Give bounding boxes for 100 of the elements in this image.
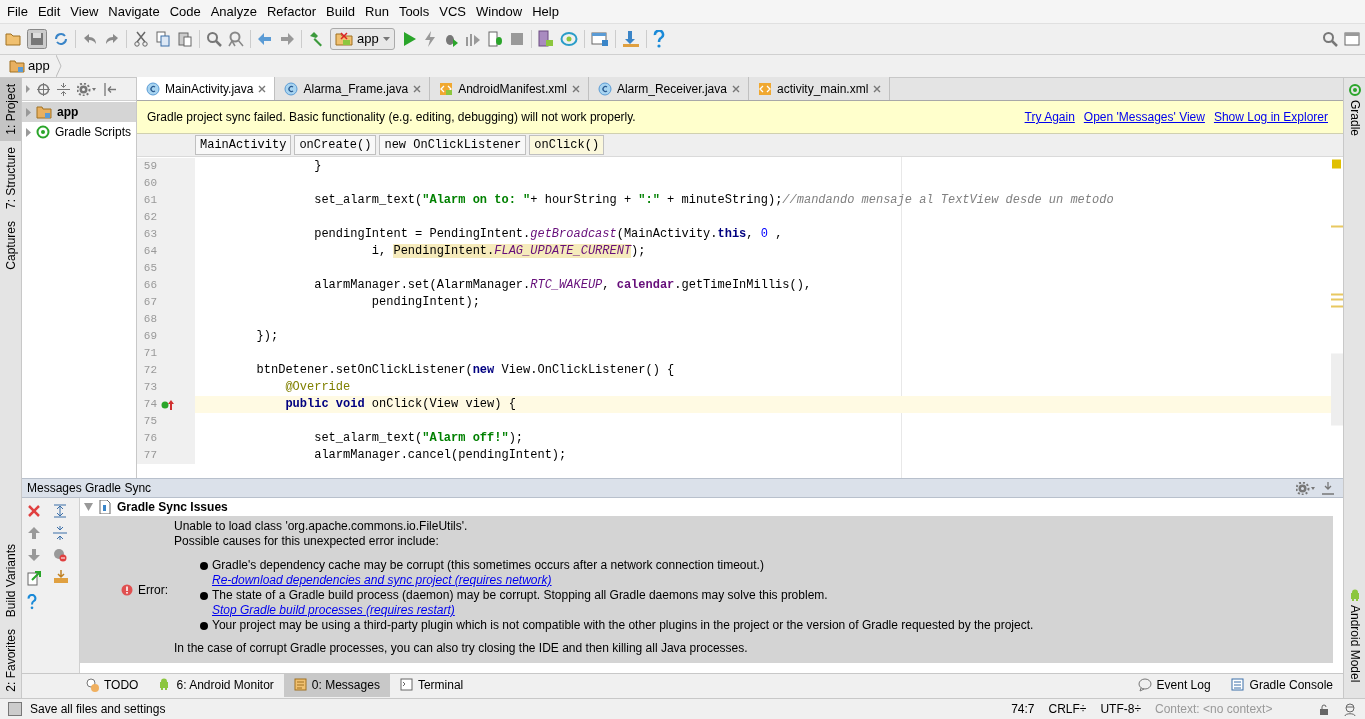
tree-group-label[interactable]: Gradle Sync Issues — [117, 498, 228, 516]
menu-item[interactable]: Help — [527, 0, 564, 24]
menu-item[interactable]: File — [2, 0, 33, 24]
folder-icon[interactable] — [5, 31, 21, 47]
tool-window-tab[interactable]: Gradle Console — [1220, 673, 1343, 697]
menu-item[interactable]: Run — [360, 0, 394, 24]
close-icon[interactable] — [731, 84, 740, 93]
up-arrow-icon[interactable] — [27, 526, 41, 540]
banner-link[interactable]: Open 'Messages' View — [1083, 108, 1205, 126]
lightning-icon[interactable] — [422, 31, 437, 47]
tree-item[interactable]: Gradle Scripts — [22, 122, 136, 142]
help-icon[interactable] — [27, 594, 37, 610]
search-icon[interactable] — [206, 31, 222, 47]
menu-item[interactable]: Navigate — [103, 0, 165, 24]
banner-link[interactable]: Show Log in Explorer — [1213, 108, 1328, 126]
close-icon[interactable] — [27, 504, 41, 518]
crosshair-icon[interactable] — [37, 82, 50, 96]
menu-item[interactable]: View — [65, 0, 104, 24]
menu-item[interactable]: Tools — [393, 0, 435, 24]
forward-arrow-icon[interactable] — [279, 31, 295, 47]
tool-window-tab[interactable]: 6: Android Monitor — [148, 673, 284, 697]
tool-window-tab[interactable]: Build Variants — [0, 538, 21, 624]
collapse-all-icon[interactable] — [57, 82, 70, 96]
bullet-icon — [200, 591, 208, 600]
inspector-icon[interactable] — [1343, 701, 1357, 717]
expand-arrow-icon[interactable] — [84, 503, 93, 511]
breadcrumb-item[interactable]: app — [0, 55, 56, 77]
message-link[interactable]: Stop Gradle build processes (requires restart) — [212, 603, 455, 618]
search-icon[interactable] — [1322, 31, 1338, 47]
replace-icon[interactable] — [228, 31, 244, 47]
window-icon[interactable] — [1344, 31, 1360, 47]
close-icon[interactable] — [873, 84, 882, 93]
help-icon[interactable] — [652, 30, 665, 48]
bars-icon[interactable] — [464, 31, 481, 47]
editor-tab[interactable]: Alarm_Receiver.java — [588, 77, 749, 100]
down-arrow-icon[interactable] — [27, 548, 41, 562]
editor-tab[interactable]: MainActivity.java — [137, 77, 276, 100]
close-icon[interactable] — [258, 84, 267, 93]
sdk-icon[interactable] — [559, 30, 578, 48]
file-encoding[interactable]: UTF-8÷ — [1100, 700, 1141, 718]
hide-panel-icon[interactable] — [1322, 481, 1334, 495]
hide-panel-icon[interactable] — [104, 82, 116, 96]
gear-icon[interactable] — [1296, 481, 1316, 495]
tool-window-tab[interactable]: 2: Favorites — [0, 623, 21, 698]
lock-icon[interactable] — [1319, 703, 1329, 715]
caret-position[interactable]: 74:7 — [1011, 700, 1035, 718]
tool-window-tab[interactable]: 0: Messages — [283, 673, 390, 697]
editor-tab[interactable]: Alarma_Frame.java — [275, 77, 431, 100]
cut-icon[interactable] — [133, 31, 149, 47]
android-device-icon[interactable] — [537, 30, 554, 48]
project-structure-icon[interactable] — [590, 31, 609, 47]
menu-item[interactable]: Build — [321, 0, 360, 24]
tool-window-tab[interactable]: Captures — [0, 214, 21, 276]
menu-item[interactable]: Code — [164, 0, 206, 24]
stop-icon[interactable] — [508, 31, 525, 47]
warning-filter-icon[interactable] — [53, 548, 67, 562]
caret-icon — [382, 37, 390, 41]
breadcrumb-item[interactable]: onClick() — [529, 135, 605, 155]
tree-item[interactable]: app — [22, 102, 136, 122]
tool-window-tab[interactable]: Android Model — [1344, 582, 1365, 688]
editor-tab[interactable]: AndroidManifest.xml — [430, 77, 589, 100]
menu-item[interactable]: Edit — [32, 0, 66, 24]
run-config-dropdown[interactable]: app — [330, 28, 395, 50]
menu-item[interactable]: Analyze — [205, 0, 262, 24]
menu-item[interactable]: Refactor — [261, 0, 322, 24]
todo-icon — [86, 678, 99, 692]
expand-all-icon[interactable] — [53, 504, 67, 518]
code-line: pendingIntent = PendingIntent.getBroadcast(MainActivity.this, 0 , — [313, 226, 783, 243]
tool-window-tab[interactable]: 1: Project — [0, 78, 21, 141]
message-link[interactable]: Re-download dependencies and sync project (requires network) — [212, 573, 552, 588]
panel-toggle-icon[interactable] — [8, 702, 22, 716]
gear-icon[interactable] — [77, 82, 97, 96]
tool-window-tab[interactable]: Terminal — [389, 673, 474, 697]
save-icon[interactable] — [27, 29, 47, 49]
copy-icon[interactable] — [155, 31, 171, 47]
breadcrumb-item[interactable]: new OnClickListener — [379, 135, 527, 155]
tool-window-tab[interactable]: 7: Structure — [0, 140, 21, 215]
sync-icon[interactable] — [53, 31, 69, 47]
download-android-icon[interactable] — [621, 30, 640, 48]
export-icon[interactable] — [27, 570, 41, 586]
close-icon[interactable] — [413, 84, 422, 93]
tool-window-tab[interactable]: TODO — [76, 673, 149, 697]
expand-arrow-icon[interactable] — [26, 85, 30, 93]
breadcrumb-item[interactable]: MainActivity — [195, 135, 292, 155]
override-icon[interactable] — [161, 398, 175, 411]
editor-tab[interactable]: activity_main.xml — [748, 77, 891, 100]
download-icon[interactable] — [53, 570, 69, 584]
breadcrumb-item[interactable]: onCreate() — [294, 135, 377, 155]
collapse-all-icon[interactable] — [53, 526, 67, 540]
tool-window-tab[interactable]: Event Log — [1127, 673, 1221, 697]
tool-window-tab[interactable]: Gradle — [1344, 78, 1365, 143]
close-icon[interactable] — [571, 84, 580, 93]
back-arrow-icon[interactable] — [257, 31, 273, 47]
line-separator[interactable]: CRLF÷ — [1048, 700, 1087, 718]
menu-item[interactable]: Window — [470, 0, 528, 24]
hammer-icon[interactable] — [308, 31, 324, 47]
phone-bug-icon[interactable] — [486, 31, 503, 47]
paste-icon[interactable] — [177, 31, 193, 47]
banner-link[interactable]: Try Again — [1024, 108, 1075, 126]
menu-item[interactable]: VCS — [434, 0, 471, 24]
